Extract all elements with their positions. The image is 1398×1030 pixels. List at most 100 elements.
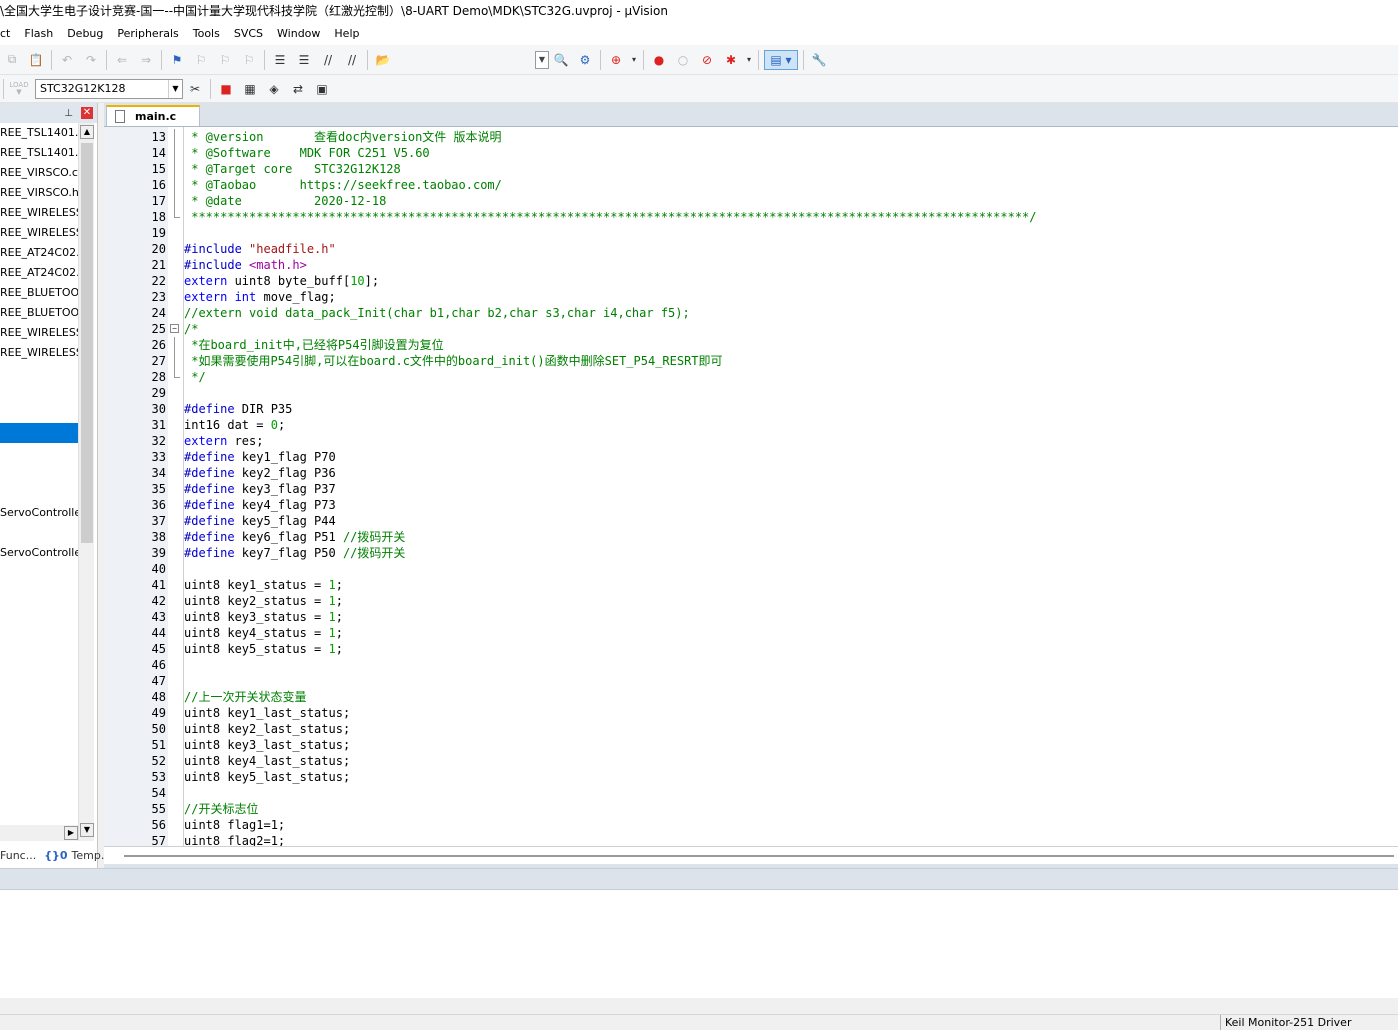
code-line[interactable]: 19 [104, 225, 1398, 241]
tree-item-file[interactable]: REE_VIRSCO.c [0, 163, 78, 183]
nav-forward-icon[interactable]: ⇒ [136, 50, 156, 70]
tree-item-file[interactable]: REE_WIRELESS.c [0, 203, 78, 223]
run-time-env-icon[interactable]: ⇄ [288, 79, 308, 99]
debug-session-icon[interactable]: ⊕ [606, 50, 626, 70]
scroll-up-icon[interactable]: ▲ [80, 125, 94, 139]
code-line[interactable]: 28 */ [104, 369, 1398, 385]
scroll-down-icon[interactable]: ▼ [80, 823, 94, 837]
code-line[interactable]: 51 uint8 key3_last_status; [104, 737, 1398, 753]
tree-item-group[interactable]: ServoController [0, 503, 78, 523]
debug-dropdown-icon[interactable]: ▾ [630, 50, 638, 70]
code-line[interactable]: 23 extern int move_flag; [104, 289, 1398, 305]
code-line[interactable]: 17 * @date 2020-12-18 [104, 193, 1398, 209]
project-tree-vscroll[interactable]: ▲ ▼ [78, 123, 94, 841]
tree-item-file[interactable]: REE_WIRELESS_C [0, 343, 78, 363]
code-line[interactable]: 32 extern res; [104, 433, 1398, 449]
collapse-icon[interactable]: − [170, 324, 179, 333]
code-line[interactable]: 40 [104, 561, 1398, 577]
code-line[interactable]: 53 uint8 key5_last_status; [104, 769, 1398, 785]
target-options-icon[interactable]: ✂ [185, 79, 205, 99]
bookmark-prev-icon[interactable]: ⚐ [191, 50, 211, 70]
code-line[interactable]: 30 #define DIR P35 [104, 401, 1398, 417]
menu-project[interactable]: ct [0, 23, 17, 45]
tree-item-file[interactable]: REE_WIRELESS_C [0, 323, 78, 343]
tree-item-empty[interactable] [0, 483, 78, 503]
scroll-right-icon[interactable]: ▶ [64, 826, 78, 840]
code-line[interactable]: 13 * @version 查看doc内version文件 版本说明 [104, 129, 1398, 145]
scroll-track[interactable] [124, 855, 1394, 857]
target-select[interactable]: STC32G12K128 ▼ [35, 78, 183, 99]
menu-debug[interactable]: Debug [60, 23, 110, 45]
tree-item-empty[interactable] [0, 383, 78, 403]
code-line[interactable]: 20 #include "headfile.h" [104, 241, 1398, 257]
tree-item-file[interactable]: REE_VIRSCO.h [0, 183, 78, 203]
breakpoint-insert-icon[interactable]: ● [649, 50, 669, 70]
code-line[interactable]: 16 * @Taobao https://seekfree.taobao.com… [104, 177, 1398, 193]
code-line[interactable]: 47 [104, 673, 1398, 689]
code-line[interactable]: 45 uint8 key5_status = 1; [104, 641, 1398, 657]
code-line[interactable]: 34 #define key2_flag P36 [104, 465, 1398, 481]
code-line[interactable]: 25−/* [104, 321, 1398, 337]
manage-components-icon[interactable]: ■ [216, 79, 236, 99]
incremental-find-icon[interactable]: ⚙ [575, 50, 595, 70]
configure-icon[interactable]: 🔧 [809, 50, 829, 70]
tree-item-selected[interactable] [0, 423, 78, 443]
tree-item-file[interactable]: REE_BLUETOOTH [0, 303, 78, 323]
code-line[interactable]: 22 extern uint8 byte_buff[10]; [104, 273, 1398, 289]
code-line[interactable]: 26 *在board_init中,已经将P54引脚设置为复位 [104, 337, 1398, 353]
code-line[interactable]: 56 uint8 flag1=1; [104, 817, 1398, 833]
code-editor[interactable]: 13 * @version 查看doc内version文件 版本说明 14 * @… [104, 126, 1398, 846]
paste-icon[interactable]: 📋 [26, 50, 46, 70]
editor-hscroll[interactable] [104, 846, 1398, 864]
tree-item-empty[interactable] [0, 443, 78, 463]
menu-help[interactable]: Help [327, 23, 366, 45]
breakpoint-kill-all-icon[interactable]: ✱ [721, 50, 741, 70]
code-line[interactable]: 36 #define key4_flag P73 [104, 497, 1398, 513]
close-icon[interactable]: ✕ [81, 107, 93, 119]
code-line[interactable]: 54 [104, 785, 1398, 801]
undo-icon[interactable]: ↶ [57, 50, 77, 70]
tree-item-empty[interactable] [0, 363, 78, 383]
pin-icon[interactable]: ⊥ [64, 108, 73, 119]
code-line[interactable]: 39 #define key7_flag P50 //拨码开关 [104, 545, 1398, 561]
code-line[interactable]: 52 uint8 key4_last_status; [104, 753, 1398, 769]
code-line[interactable]: 50 uint8 key2_last_status; [104, 721, 1398, 737]
indent-icon[interactable]: ☰ [270, 50, 290, 70]
bookmark-clear-icon[interactable]: ⚐ [239, 50, 259, 70]
tree-item-file[interactable]: REE_TSL1401.c [0, 123, 78, 143]
scroll-thumb[interactable] [81, 143, 93, 543]
code-line[interactable]: 14 * @Software MDK FOR C251 V5.60 [104, 145, 1398, 161]
code-line[interactable]: 38 #define key6_flag P51 //拨码开关 [104, 529, 1398, 545]
code-line[interactable]: 48 //上一次开关状态变量 [104, 689, 1398, 705]
code-line[interactable]: 31 int16 dat = 0; [104, 417, 1398, 433]
find-icon[interactable]: 🔍 [551, 50, 571, 70]
tree-item-file[interactable]: REE_AT24C02.h [0, 263, 78, 283]
tree-item-file[interactable]: REE_BLUETOOTH [0, 283, 78, 303]
download-icon[interactable]: LOAD ▼ [9, 79, 29, 99]
copy-icon[interactable]: ⧉ [2, 50, 22, 70]
breakpoint-disable-icon[interactable]: ○ [673, 50, 693, 70]
code-line[interactable]: 21 #include <math.h> [104, 257, 1398, 273]
tree-item-empty[interactable] [0, 463, 78, 483]
code-line[interactable]: 41 uint8 key1_status = 1; [104, 577, 1398, 593]
code-line[interactable]: 42 uint8 key2_status = 1; [104, 593, 1398, 609]
pack-installer-icon[interactable]: ▣ [312, 79, 332, 99]
tree-item-empty[interactable] [0, 403, 78, 423]
code-line[interactable]: 27 *如果需要使用P54引脚,可以在board.c文件中的board_init… [104, 353, 1398, 369]
code-line[interactable]: 15 * @Target core STC32G12K128 [104, 161, 1398, 177]
window-layout-icon[interactable]: ▤ ▾ [764, 49, 798, 70]
nav-back-icon[interactable]: ⇐ [112, 50, 132, 70]
code-line[interactable]: 44 uint8 key4_status = 1; [104, 625, 1398, 641]
tab-main-c[interactable]: main.c [106, 105, 200, 126]
redo-icon[interactable]: ↷ [81, 50, 101, 70]
code-line[interactable]: 43 uint8 key3_status = 1; [104, 609, 1398, 625]
menu-window[interactable]: Window [270, 23, 327, 45]
breakpoint-dropdown-icon[interactable]: ▾ [745, 50, 753, 70]
build-output-splitter[interactable] [0, 868, 1398, 890]
tree-item-file[interactable]: REE_TSL1401.h [0, 143, 78, 163]
build-output-window[interactable] [0, 890, 1398, 998]
menu-peripherals[interactable]: Peripherals [110, 23, 185, 45]
bookmark-next-icon[interactable]: ⚐ [215, 50, 235, 70]
tree-item-group[interactable]: ServoController [0, 543, 78, 563]
project-tree-hscroll[interactable]: ▶ [0, 825, 78, 841]
